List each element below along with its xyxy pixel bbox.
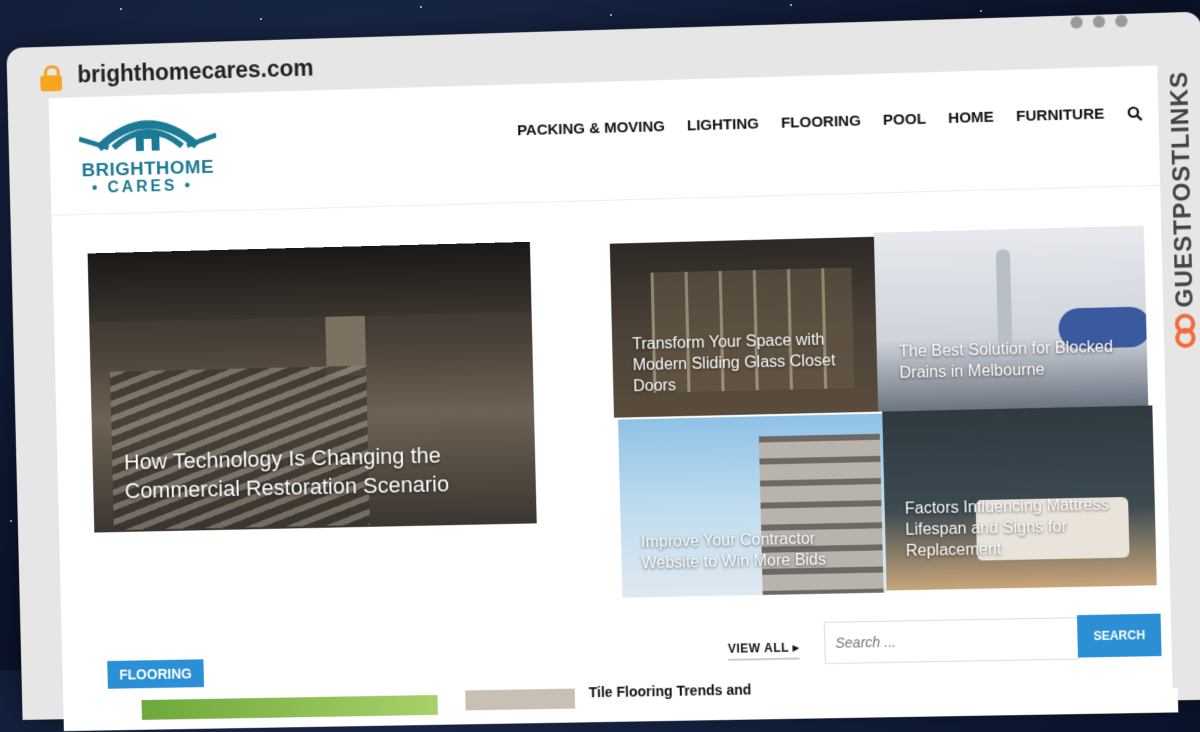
- post-thumbnail[interactable]: [465, 688, 576, 711]
- lock-icon: [40, 65, 63, 92]
- nav-flooring[interactable]: FLOORING: [781, 112, 861, 131]
- hero-tile-contractor[interactable]: Improve Your Contractor Website to Win M…: [618, 413, 887, 598]
- post-title[interactable]: Tile Flooring Trends and: [589, 681, 752, 700]
- hero-tile-title[interactable]: Transform Your Space with Modern Sliding…: [632, 330, 865, 398]
- hero-tile-mattress[interactable]: Factors Influencing Mattress Lifespan an…: [882, 405, 1157, 591]
- post-thumbnail[interactable]: [141, 694, 438, 720]
- nav-home[interactable]: HOME: [948, 109, 994, 127]
- nav-packing-moving[interactable]: PACKING & MOVING: [517, 118, 665, 139]
- chain-link-icon: [1174, 313, 1197, 348]
- hero-tile-title[interactable]: Improve Your Contractor Website to Win M…: [641, 528, 873, 574]
- guestpostlinks-text: GUESTPOSTLINKS: [1165, 70, 1199, 308]
- category-badge[interactable]: FLOORING: [107, 659, 204, 689]
- logo-line2: • CARES •: [91, 177, 194, 197]
- hero-tile-closet[interactable]: Transform Your Space with Modern Sliding…: [609, 236, 879, 418]
- window-dots: [1060, 14, 1128, 34]
- hero-tile-title[interactable]: The Best Solution for Blocked Drains in …: [899, 337, 1144, 385]
- view-all-link[interactable]: VIEW ALL ▸: [727, 640, 800, 661]
- search-field[interactable]: [823, 617, 1081, 665]
- hero-tile-drains[interactable]: The Best Solution for Blocked Drains in …: [873, 225, 1149, 412]
- search-input[interactable]: [824, 618, 1071, 664]
- nav-lighting[interactable]: LIGHTING: [687, 115, 759, 134]
- hero-tile-title[interactable]: Factors Influencing Mattress Lifespan an…: [905, 494, 1150, 562]
- browser-window: brighthomecares.com BRIGHTHOME • CARES •: [6, 11, 1200, 732]
- web-page: BRIGHTHOME • CARES • PACKING & MOVING LI…: [48, 65, 1179, 732]
- search-icon[interactable]: [1127, 105, 1144, 122]
- url-text[interactable]: brighthomecares.com: [77, 55, 314, 89]
- hero-main-card[interactable]: How Technology Is Changing the Commercia…: [87, 241, 537, 533]
- nav-furniture[interactable]: FURNITURE: [1016, 105, 1105, 125]
- hero-main-title[interactable]: How Technology Is Changing the Commercia…: [124, 439, 537, 505]
- site-logo[interactable]: BRIGHTHOME • CARES •: [78, 105, 218, 200]
- nav-pool[interactable]: POOL: [883, 111, 926, 129]
- main-nav: PACKING & MOVING LIGHTING FLOORING POOL …: [517, 104, 1143, 139]
- search-button[interactable]: SEARCH: [1076, 613, 1162, 658]
